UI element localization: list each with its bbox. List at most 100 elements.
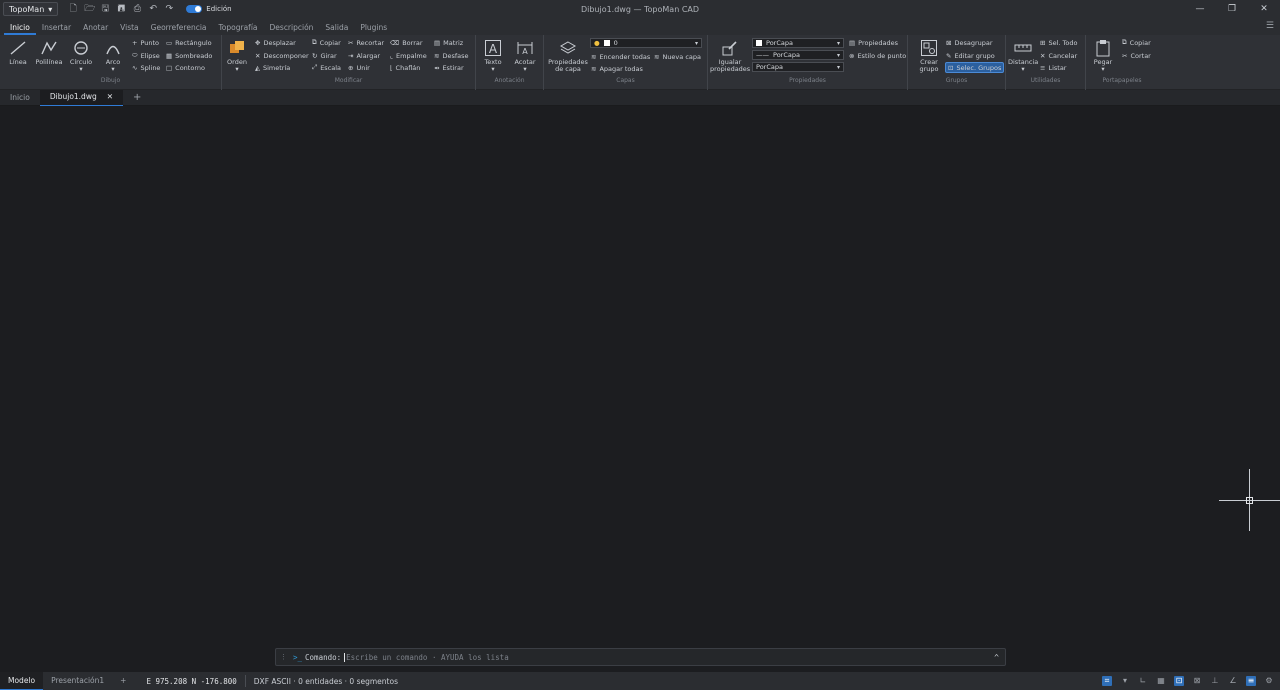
tab-descripcion[interactable]: Descripción [264, 20, 320, 35]
tab-home[interactable]: Inicio [0, 90, 40, 106]
tab-plugins[interactable]: Plugins [354, 20, 393, 35]
tab-salida[interactable]: Salida [319, 20, 354, 35]
desagrupar-button[interactable]: ⊠ Desagrupar [946, 37, 993, 48]
group-label: Utilidades [1030, 77, 1061, 84]
tab-presentacion1[interactable]: Presentación1 [43, 672, 112, 690]
lineweight-select[interactable]: PorCapa ▾ [752, 62, 844, 72]
nueva-capa-button[interactable]: ≋ Nueva capa [654, 51, 701, 62]
polar-icon[interactable]: ⊠ [1192, 676, 1202, 686]
girar-button[interactable]: ↻ Girar [312, 50, 337, 61]
spline-button[interactable]: ∿ Spline [132, 62, 160, 73]
undo-icon[interactable]: ↶ [148, 4, 158, 14]
toggle-switch[interactable] [186, 5, 203, 13]
redo-icon[interactable]: ↷ [164, 4, 174, 14]
ribbon-menu-icon[interactable]: ☰ [1266, 21, 1274, 31]
rectangulo-button[interactable]: ▭ Rectángulo [166, 37, 212, 48]
propiedades-capa-button[interactable]: Propiedades de capa [548, 39, 588, 73]
open-folder-icon[interactable]: 🗁 [84, 1, 95, 17]
estirar-button[interactable]: ⇴ Estirar [434, 62, 464, 73]
listar-button[interactable]: ≡ Listar [1040, 62, 1066, 73]
encender-label: Encender todas [599, 52, 651, 61]
restore-icon[interactable]: ❐ [1216, 0, 1248, 18]
elipse-button[interactable]: ⬭ Elipse [132, 50, 160, 61]
angle-icon[interactable]: ∠ [1228, 676, 1238, 686]
recortar-button[interactable]: ✂ Recortar [348, 37, 384, 48]
snap-icon[interactable]: ⌗ [1102, 676, 1112, 686]
polilinea-button[interactable]: Polilínea [34, 39, 64, 66]
text-icon: A [485, 40, 501, 56]
layer-select[interactable]: ● 0 ▾ [590, 38, 702, 48]
tab-inicio[interactable]: Inicio [4, 20, 36, 35]
save-as-icon[interactable]: 🖪 [116, 1, 126, 17]
unir-button[interactable]: ⊕ Unir [348, 62, 370, 73]
close-icon[interactable]: ✕ [1248, 0, 1280, 18]
command-input[interactable] [344, 652, 995, 662]
texto-button[interactable]: A Texto ▾ [478, 39, 508, 73]
osnap-icon[interactable]: ⊡ [1174, 676, 1184, 686]
tab-modelo[interactable]: Modelo [0, 672, 44, 690]
escala-button[interactable]: ⤢ Escala [312, 62, 341, 73]
contorno-button[interactable]: □ Contorno [166, 62, 205, 73]
cortar-button[interactable]: ✂ Cortar [1122, 50, 1151, 61]
orden-button[interactable]: Orden ▾ [222, 39, 252, 73]
minimize-icon[interactable]: — [1184, 0, 1216, 18]
circulo-button[interactable]: Círculo ▾ [66, 39, 96, 73]
desplazar-button[interactable]: ✥ Desplazar [255, 37, 296, 48]
copiar-mod-button[interactable]: ⧉ Copiar [312, 37, 341, 48]
grid-icon[interactable]: ▦ [1156, 676, 1166, 686]
alargar-button[interactable]: ⇥ Alargar [348, 50, 380, 61]
new-file-icon[interactable]: 🗋 [68, 1, 78, 17]
chaflan-button[interactable]: ⌊ Chaflán [390, 62, 420, 73]
edit-mode-toggle[interactable]: Edición [186, 5, 232, 13]
document-tabs: Inicio Dibujo1.dwg ✕ + [0, 89, 1280, 106]
close-icon[interactable]: ✕ [107, 89, 113, 105]
propiedades-button[interactable]: ▤ Propiedades [849, 37, 898, 48]
encender-todas-button[interactable]: ≋ Encender todas [591, 51, 650, 62]
layer-value: 0 [613, 39, 618, 47]
color-select[interactable]: PorCapa ▾ [752, 38, 844, 48]
linetype-select[interactable]: —— PorCapa ▾ [752, 50, 844, 60]
pegar-button[interactable]: Pegar ▾ [1088, 39, 1118, 73]
tab-anotar[interactable]: Anotar [77, 20, 114, 35]
add-layout-icon[interactable]: + [112, 672, 134, 690]
drag-handle-icon[interactable]: ⋮ [280, 653, 287, 661]
desfase-button[interactable]: ≋ Desfase [434, 50, 469, 61]
arco-button[interactable]: Arco ▾ [98, 39, 128, 73]
selec-grupos-button[interactable]: ⊡ Selec. Grupos [945, 62, 1005, 73]
save-icon[interactable]: 🖫 [100, 1, 110, 17]
tab-vista[interactable]: Vista [114, 20, 145, 35]
borrar-button[interactable]: ⌫ Borrar [390, 37, 423, 48]
tab-topografia[interactable]: Topografía [213, 20, 264, 35]
acotar-button[interactable]: A Acotar ▾ [510, 39, 540, 73]
lineweight-icon[interactable]: ≡ [1246, 676, 1256, 686]
settings-icon[interactable]: ⚙ [1264, 676, 1274, 686]
add-tab-icon[interactable]: + [123, 90, 151, 106]
tab-insertar[interactable]: Insertar [36, 20, 77, 35]
drawing-canvas[interactable] [0, 106, 1280, 672]
distancia-button[interactable]: Distancia ▾ [1008, 39, 1038, 73]
editar-grupo-button[interactable]: ✎ Editar grupo [946, 50, 995, 61]
app-menu-button[interactable]: TopoMan ▾ [3, 2, 59, 16]
simetria-button[interactable]: ◭ Simetría [255, 62, 290, 73]
empalme-button[interactable]: ⌞ Empalme [390, 50, 427, 61]
estilo-punto-button[interactable]: ⊗ Estilo de punto [849, 50, 906, 61]
matriz-button[interactable]: ▤ Matriz [434, 37, 463, 48]
crear-grupo-button[interactable]: Crear grupo [914, 39, 944, 73]
igualar-propiedades-button[interactable]: Igualar propiedades [710, 39, 750, 73]
tab-georreferencia[interactable]: Georreferencia [145, 20, 213, 35]
chevron-down-icon[interactable]: ▾ [1120, 676, 1130, 686]
sel-todo-button[interactable]: ⊞ Sel. Todo [1040, 37, 1077, 48]
tab-dibujo1[interactable]: Dibujo1.dwg ✕ [39, 89, 124, 106]
descomponer-button[interactable]: ✕ Descomponer [255, 50, 309, 61]
chevron-up-icon[interactable]: ^ [994, 653, 999, 662]
copiar-button[interactable]: ⧉ Copiar [1122, 37, 1151, 48]
sombreado-button[interactable]: ▦ Sombreado [166, 50, 212, 61]
girar-label: Girar [320, 51, 337, 60]
cancelar-button[interactable]: ✕ Cancelar [1040, 50, 1077, 61]
apagar-todas-button[interactable]: ≋ Apagar todas [591, 63, 643, 74]
linea-button[interactable]: Línea [3, 39, 33, 66]
punto-button[interactable]: + Punto [132, 37, 159, 48]
tracking-icon[interactable]: ⊥ [1210, 676, 1220, 686]
ortho-icon[interactable]: ∟ [1138, 676, 1148, 686]
print-icon[interactable]: ⎙ [132, 4, 142, 14]
